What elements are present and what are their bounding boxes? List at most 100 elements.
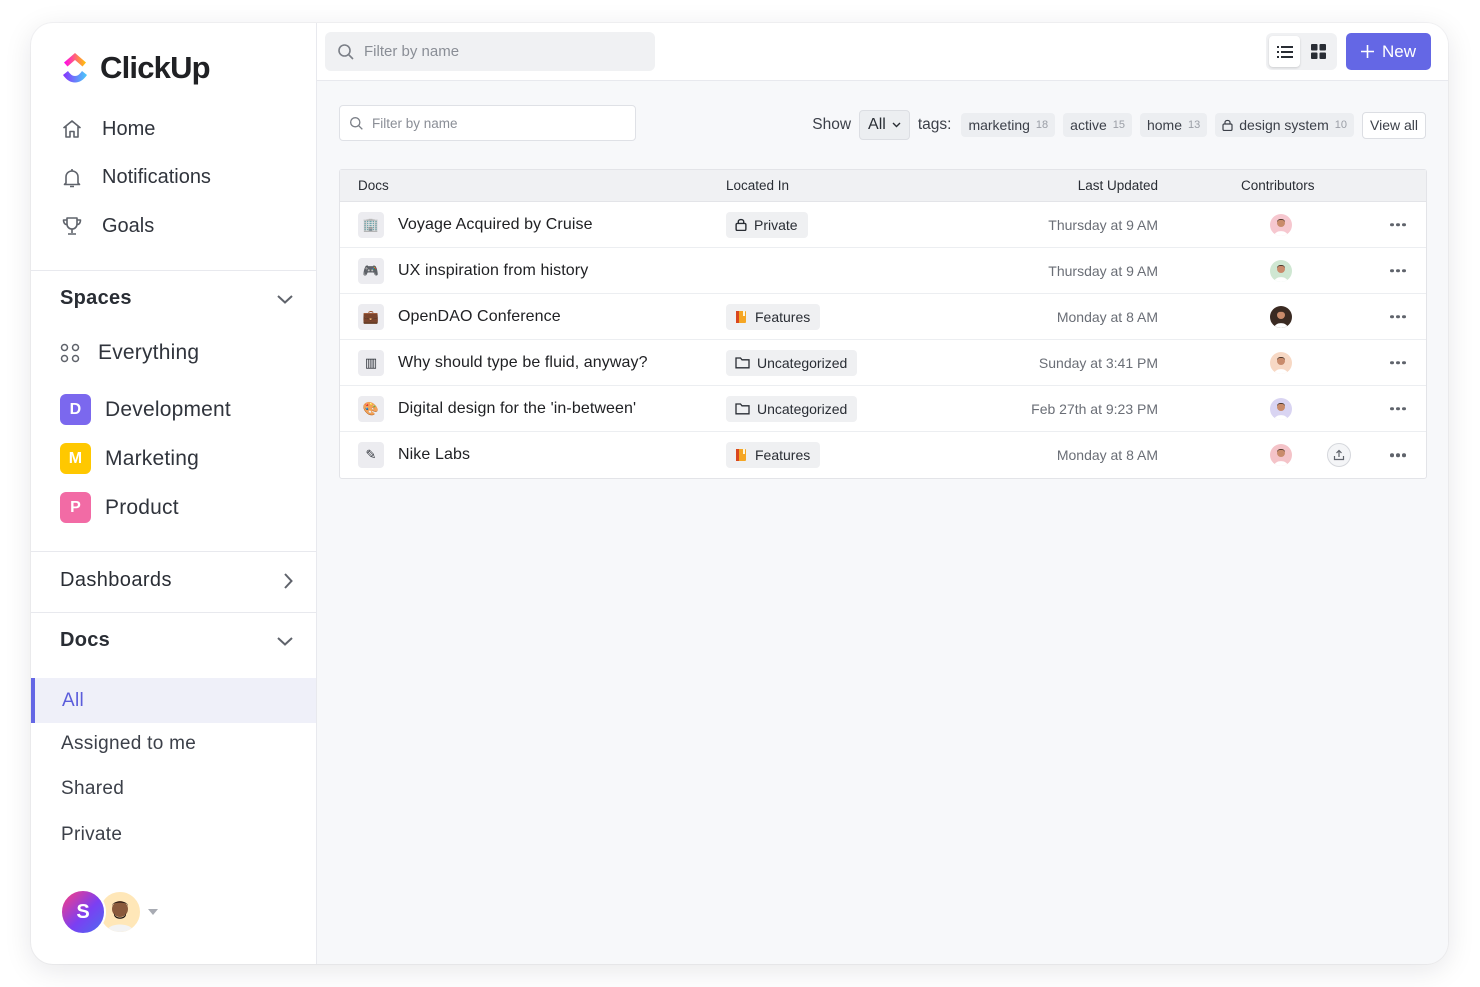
contributor-avatar[interactable]	[1270, 351, 1292, 374]
space-badge-development: D	[60, 394, 91, 425]
chevron-down-icon[interactable]	[276, 635, 294, 647]
dashboards-header[interactable]: Dashboards	[60, 569, 294, 592]
search-icon	[350, 116, 363, 130]
bell-icon	[63, 168, 81, 188]
doc-title[interactable]: UX inspiration from history	[398, 262, 588, 280]
location-chip[interactable]: Uncategorized	[726, 395, 858, 422]
person-icon	[1274, 264, 1288, 282]
tag-count: 13	[1188, 119, 1201, 131]
doc-title[interactable]: OpenDAO Conference	[398, 308, 561, 326]
table-row[interactable]: 🎨 Digital design for the 'in-between' Unca…	[340, 386, 1426, 432]
filter-row: Show All tags: marketing 18 active 15 home…	[339, 105, 1426, 141]
docs-header[interactable]: Docs	[60, 629, 294, 652]
sidebar-divider	[31, 270, 316, 271]
docs-search-input[interactable]	[372, 115, 622, 131]
user-menu[interactable]: S	[60, 889, 158, 935]
person-icon	[1274, 449, 1288, 466]
doc-title[interactable]: Voyage Acquired by Cruise	[398, 216, 593, 234]
contributor-avatar[interactable]	[1270, 305, 1292, 328]
tag-active[interactable]: active 15	[1063, 113, 1132, 137]
location-label: Private	[754, 216, 798, 233]
location-chip[interactable]: Uncategorized	[726, 349, 858, 376]
doc-title[interactable]: Digital design for the 'in-between'	[398, 400, 636, 418]
lock-icon	[1222, 119, 1233, 131]
location-chip[interactable]: Private	[726, 211, 808, 238]
doc-type-icon: 🏢	[358, 211, 384, 238]
last-updated: Monday at 8 AM	[1056, 308, 1158, 325]
tag-marketing[interactable]: marketing 18	[961, 113, 1056, 137]
table-row[interactable]: 🏢 Voyage Acquired by Cruise Private Thursda…	[340, 202, 1426, 248]
top-bar: New	[317, 23, 1448, 81]
docs-filter-private[interactable]: Private	[31, 812, 316, 857]
chevron-down-icon[interactable]	[276, 293, 294, 305]
trophy-icon	[62, 217, 82, 236]
docs-filter-all[interactable]: All	[31, 678, 316, 723]
show-select[interactable]: All	[859, 110, 910, 140]
tag-home[interactable]: home 13	[1139, 113, 1208, 137]
doc-title[interactable]: Nike Labs	[398, 446, 470, 464]
more-options-icon[interactable]	[1390, 360, 1406, 365]
space-product[interactable]: P Product	[60, 492, 179, 523]
grid-view-button[interactable]	[1303, 36, 1334, 67]
contributor-avatar[interactable]	[1270, 259, 1292, 282]
more-options-icon[interactable]	[1390, 268, 1406, 273]
header-last-updated[interactable]: Last Updated	[1078, 178, 1158, 193]
top-search[interactable]	[325, 32, 655, 71]
space-marketing[interactable]: M Marketing	[60, 443, 199, 474]
table-row[interactable]: 🎮 UX inspiration from history Thursday at …	[340, 248, 1426, 294]
person-icon	[1274, 218, 1288, 236]
spaces-header[interactable]: Spaces	[60, 287, 294, 310]
docs-filter-assigned-label: Assigned to me	[61, 732, 197, 754]
location-chip[interactable]: Features	[726, 303, 821, 330]
table-row[interactable]: ✎ Nike Labs Features Monday at 8 AM	[340, 432, 1426, 478]
space-development-label: Development	[105, 397, 231, 421]
last-updated: Thursday at 9 AM	[1048, 262, 1158, 279]
contributor-avatar[interactable]	[1270, 397, 1292, 420]
contributor-avatar[interactable]	[1270, 213, 1292, 236]
clickup-logo[interactable]: ClickUp	[60, 50, 211, 86]
more-options-icon[interactable]	[1390, 222, 1406, 227]
main-content: New Show All tags: marketing 18 active 15 …	[317, 23, 1448, 964]
header-docs[interactable]: Docs	[358, 178, 389, 193]
docs-filter-assigned[interactable]: Assigned to me	[31, 721, 316, 766]
space-everything[interactable]: Everything	[60, 341, 199, 365]
docs-filter-private-label: Private	[61, 823, 123, 845]
docs-filter-shared-label: Shared	[61, 777, 125, 799]
sidebar: ClickUp Home Notifications Goals Spaces …	[31, 23, 317, 964]
more-options-icon[interactable]	[1390, 406, 1406, 411]
header-contributors[interactable]: Contributors	[1241, 178, 1315, 193]
caret-down-icon[interactable]	[148, 909, 158, 915]
header-located-in[interactable]: Located In	[726, 178, 789, 193]
table-row[interactable]: 💼 OpenDAO Conference Features Monday at 8 A…	[340, 294, 1426, 340]
search-icon	[338, 43, 354, 60]
book-icon	[736, 449, 746, 461]
person-icon	[1274, 310, 1288, 328]
nav-notifications[interactable]: Notifications	[31, 154, 316, 203]
app-window: ClickUp Home Notifications Goals Spaces …	[31, 23, 1448, 964]
show-select-value: All	[868, 116, 886, 133]
share-button[interactable]	[1327, 443, 1351, 467]
nav-home[interactable]: Home	[31, 105, 316, 154]
docs-filter-shared[interactable]: Shared	[31, 766, 316, 811]
table-body: 🏢 Voyage Acquired by Cruise Private Thursda…	[340, 202, 1426, 478]
clickup-logo-icon	[63, 53, 87, 83]
tag-label: design system	[1239, 117, 1329, 133]
doc-type-icon: 🎮	[358, 257, 384, 284]
view-all-tags-button[interactable]: View all	[1362, 111, 1426, 139]
docs-search[interactable]	[339, 105, 636, 141]
table-row[interactable]: ▥ Why should type be fluid, anyway? Uncate…	[340, 340, 1426, 386]
nav-goals[interactable]: Goals	[31, 202, 316, 251]
doc-title[interactable]: Why should type be fluid, anyway?	[398, 354, 648, 372]
location-chip[interactable]: Features	[726, 442, 821, 468]
more-options-icon[interactable]	[1390, 453, 1406, 457]
list-view-button[interactable]	[1269, 36, 1300, 67]
grid-icon	[1311, 44, 1326, 59]
more-options-icon[interactable]	[1390, 314, 1406, 319]
top-search-input[interactable]	[364, 43, 624, 60]
new-doc-button[interactable]: New	[1346, 33, 1431, 70]
tag-design-system[interactable]: design system 10	[1215, 113, 1354, 137]
space-development[interactable]: D Development	[60, 394, 231, 425]
main-nav: Home Notifications Goals	[31, 105, 316, 251]
chevron-right-icon[interactable]	[282, 572, 294, 590]
contributor-avatar[interactable]	[1270, 444, 1292, 466]
